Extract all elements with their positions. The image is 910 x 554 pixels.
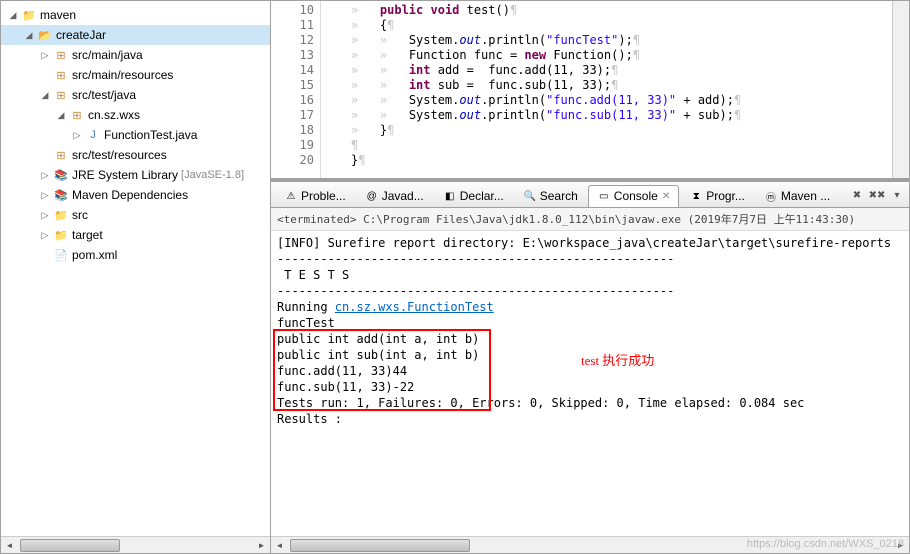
label: FunctionTest.java — [104, 128, 197, 142]
source-folder-icon: ⊞ — [53, 147, 69, 163]
expand-icon[interactable]: ◢ — [39, 89, 51, 101]
editor-vscroll[interactable] — [892, 1, 909, 178]
tab-progress[interactable]: ⧗Progr... — [680, 185, 754, 207]
view-tabs: ⚠Proble... @Javad... ◧Declar... 🔍Search … — [271, 182, 909, 208]
console-toolbar: ✖ ✖✖ ▾ — [849, 188, 905, 204]
library-icon: 📚 — [53, 167, 69, 183]
expand-icon[interactable]: ▷ — [39, 229, 51, 241]
progress-icon: ⧗ — [689, 189, 703, 203]
expand-icon[interactable]: ▷ — [39, 169, 51, 181]
library-icon: 📚 — [53, 187, 69, 203]
label: pom.xml — [72, 248, 117, 262]
label: src/test/resources — [72, 148, 167, 162]
expand-icon[interactable]: ▷ — [39, 49, 51, 61]
tree-pom[interactable]: 📄 pom.xml — [1, 245, 270, 265]
source-folder-icon: ⊞ — [53, 87, 69, 103]
annotation-box — [273, 329, 491, 411]
scroll-left-icon[interactable]: ◄ — [271, 538, 288, 553]
console-header: <terminated> C:\Program Files\Java\jdk1.… — [271, 208, 909, 231]
label: src — [72, 208, 88, 222]
line-numbers: 1011121314151617181920 — [271, 1, 321, 178]
maven-icon: ⓜ — [764, 189, 778, 203]
label: src/test/java — [72, 88, 136, 102]
expand-icon[interactable]: ◢ — [23, 29, 35, 41]
tree-java-file[interactable]: ▷ J FunctionTest.java — [1, 125, 270, 145]
annotation-text: test 执行成功 — [581, 353, 654, 369]
code-editor[interactable]: 1011121314151617181920 » public void tes… — [271, 1, 909, 181]
source-folder-icon: ⊞ — [53, 47, 69, 63]
label: target — [72, 228, 103, 242]
chevron-down-icon[interactable]: ▾ — [889, 188, 905, 204]
java-file-icon: J — [85, 127, 101, 143]
javadoc-icon: @ — [365, 189, 379, 203]
watermark: https://blog.csdn.net/WXS_0218 — [747, 538, 904, 550]
tab-console[interactable]: ▭Console✕ — [588, 185, 679, 207]
tree-target-folder[interactable]: ▷ 📁 target — [1, 225, 270, 245]
label: JRE System Library — [72, 168, 178, 182]
expand-icon[interactable]: ▷ — [71, 129, 83, 141]
close-icon[interactable]: ✕ — [662, 191, 670, 202]
tree-root[interactable]: ◢ 📁 maven — [1, 5, 270, 25]
blank — [39, 249, 51, 261]
workingset-icon: 📁 — [21, 7, 37, 23]
tree-src-main-java[interactable]: ▷ ⊞ src/main/java — [1, 45, 270, 65]
label: src/main/java — [72, 48, 143, 62]
tree-package[interactable]: ◢ ⊞ cn.sz.wxs — [1, 105, 270, 125]
tree-src-test-res[interactable]: ⊞ src/test/resources — [1, 145, 270, 165]
tree-src-main-res[interactable]: ⊞ src/main/resources — [1, 65, 270, 85]
expand-icon[interactable]: ▷ — [39, 209, 51, 221]
scroll-left-icon[interactable]: ◄ — [1, 538, 18, 553]
problems-icon: ⚠ — [284, 189, 298, 203]
bottom-panel: ⚠Proble... @Javad... ◧Declar... 🔍Search … — [271, 181, 909, 553]
expand-icon[interactable]: ▷ — [39, 189, 51, 201]
tree-maven-deps[interactable]: ▷ 📚 Maven Dependencies — [1, 185, 270, 205]
folder-icon: 📁 — [53, 207, 69, 223]
remove-launch-icon[interactable]: ✖ — [849, 188, 865, 204]
expand-icon[interactable]: ◢ — [7, 9, 19, 21]
tree-src-test-java[interactable]: ◢ ⊞ src/test/java — [1, 85, 270, 105]
label: createJar — [56, 28, 106, 42]
blank — [39, 69, 51, 81]
folder-icon: 📁 — [53, 227, 69, 243]
project-explorer: ◢ 📁 maven ◢ 📂 createJar ▷ ⊞ src/main/jav… — [1, 1, 271, 553]
search-icon: 🔍 — [523, 189, 537, 203]
remove-all-icon[interactable]: ✖✖ — [869, 188, 885, 204]
declaration-icon: ◧ — [443, 189, 457, 203]
tree-project[interactable]: ◢ 📂 createJar — [1, 25, 270, 45]
tab-declaration[interactable]: ◧Declar... — [434, 185, 513, 207]
tree[interactable]: ◢ 📁 maven ◢ 📂 createJar ▷ ⊞ src/main/jav… — [1, 1, 270, 536]
package-icon: ⊞ — [69, 107, 85, 123]
suffix: [JavaSE-1.8] — [181, 169, 244, 181]
label: src/main/resources — [72, 68, 173, 82]
source-folder-icon: ⊞ — [53, 67, 69, 83]
scroll-right-icon[interactable]: ► — [253, 538, 270, 553]
project-icon: 📂 — [37, 27, 53, 43]
blank — [39, 149, 51, 161]
tab-javadoc[interactable]: @Javad... — [356, 185, 433, 207]
expand-icon[interactable]: ◢ — [55, 109, 67, 121]
xml-file-icon: 📄 — [53, 247, 69, 263]
tab-search[interactable]: 🔍Search — [514, 185, 587, 207]
console-output[interactable]: [INFO] Surefire report directory: E:\wor… — [271, 231, 909, 536]
label: cn.sz.wxs — [88, 108, 140, 122]
label: Maven Dependencies — [72, 188, 188, 202]
tree-jre[interactable]: ▷ 📚 JRE System Library [JavaSE-1.8] — [1, 165, 270, 185]
console-icon: ▭ — [597, 189, 611, 203]
tab-problems[interactable]: ⚠Proble... — [275, 185, 355, 207]
tab-maven[interactable]: ⓜMaven ... — [755, 185, 839, 207]
code-area[interactable]: » public void test()¶» {¶» » System.out.… — [321, 1, 892, 178]
sidebar-scrollbar[interactable]: ◄ ► — [1, 536, 270, 553]
tree-src-folder[interactable]: ▷ 📁 src — [1, 205, 270, 225]
label: maven — [40, 8, 76, 22]
